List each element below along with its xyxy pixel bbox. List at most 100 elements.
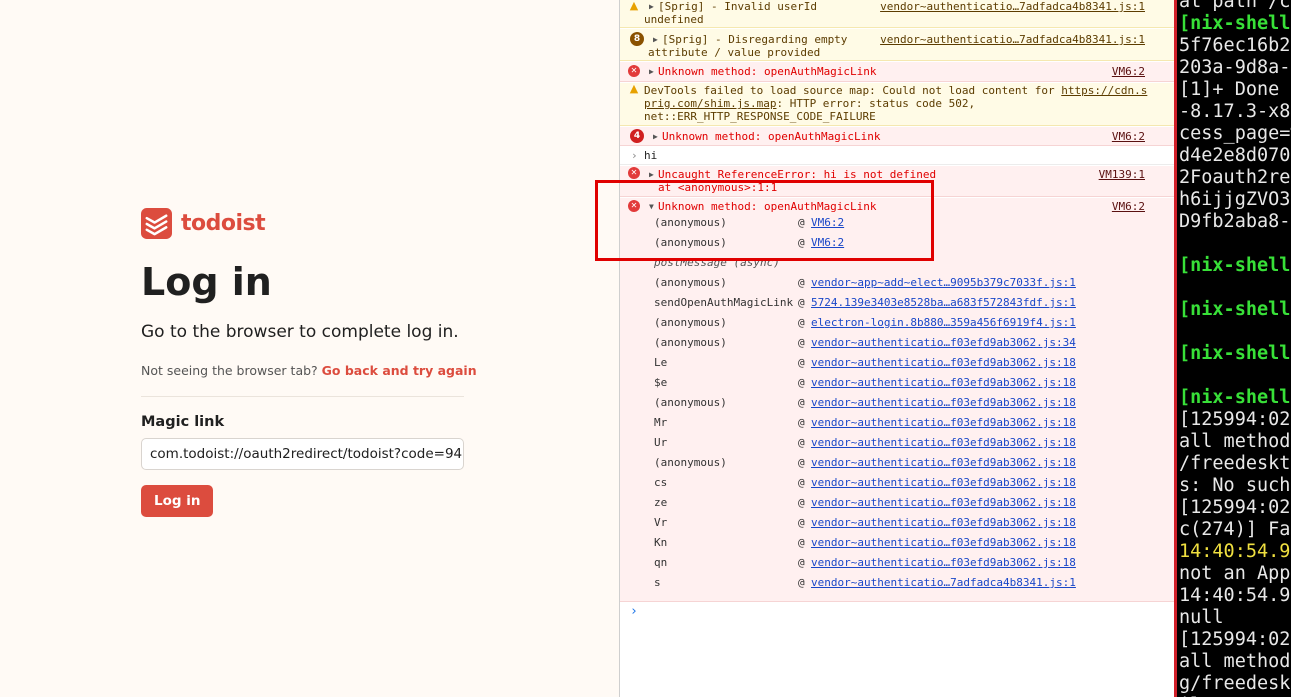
stack-at-sign: @ (798, 536, 805, 549)
console-message-text: DevTools failed to load source map: Coul… (644, 84, 1148, 97)
console-error[interactable]: 4 ▶ Unknown method: openAuthMagicLink VM… (620, 127, 1175, 146)
page-title: Log in (141, 260, 272, 304)
stack-function-name: s (654, 576, 661, 589)
stack-at-sign: @ (798, 456, 805, 469)
login-form: todoist Log in Go to the browser to comp… (141, 206, 477, 517)
expand-caret-icon[interactable]: ▶ (649, 0, 654, 13)
stack-source-link[interactable]: vendor~authenticatio…f03efd9ab3062.js:18 (811, 433, 1076, 453)
console-message-text: attribute / value provided (648, 46, 821, 59)
stack-function-name: Kn (654, 536, 668, 549)
console-input-echo: › hi (620, 147, 1175, 165)
stack-at-sign: @ (798, 556, 805, 569)
stack-source-link[interactable]: electron-login.8b880…359a456f6919f4.js:1 (811, 313, 1076, 333)
stack-at-sign: @ (798, 356, 805, 369)
terminal-pane: at path /c [nix-shell 5f76ec16b2a 203a-9d8a… (1174, 0, 1291, 697)
console-source-link[interactable]: VM6:2 (1112, 65, 1145, 78)
expand-caret-icon[interactable]: ▶ (653, 130, 658, 143)
stack-source-link[interactable]: vendor~authenticatio…f03efd9ab3062.js:18 (811, 533, 1076, 553)
console-error[interactable]: ✕ ▶ Unknown method: openAuthMagicLink VM… (620, 62, 1175, 82)
stack-source-link[interactable]: vendor~authenticatio…f03efd9ab3062.js:18 (811, 553, 1076, 573)
terminal-line: 14:40:54.93 (1179, 585, 1291, 606)
stack-at-sign: @ (798, 416, 805, 429)
stack-source-link[interactable]: vendor~authenticatio…f03efd9ab3062.js:18 (811, 493, 1076, 513)
log-in-button[interactable]: Log in (141, 485, 214, 517)
todoist-logo-icon (141, 207, 172, 239)
magic-link-label: Magic link (141, 414, 225, 430)
terminal-line: null (1179, 607, 1224, 628)
error-icon: ✕ (628, 167, 640, 179)
todoist-login-pane: todoist Log in Go to the browser to comp… (0, 0, 619, 697)
console-source-link[interactable]: vendor~authenticatio…7adfadca4b8341.js:1 (880, 0, 1145, 13)
expand-caret-icon[interactable]: ▶ (649, 65, 654, 78)
stack-source-link[interactable]: 5724.139e3403e8528ba…a683f572843fdf.js:1 (811, 293, 1076, 313)
console-message-text: [Sprig] - Invalid userId (658, 0, 817, 13)
terminal-line: [nix-shell (1179, 255, 1291, 276)
terminal-line: [nix-shell (1179, 387, 1291, 408)
terminal-line: d4e2e8d0707 (1179, 145, 1291, 166)
console-source-link[interactable]: VM6:2 (1112, 130, 1145, 143)
source-map-link[interactable]: prig.com/shim.js.map (644, 97, 776, 110)
stack-source-link[interactable]: vendor~authenticatio…f03efd9ab3062.js:18 (811, 473, 1076, 493)
console-source-link[interactable]: VM6:2 (1112, 200, 1145, 213)
stack-at-sign: @ (798, 336, 805, 349)
stack-function-name: (anonymous) (654, 456, 727, 469)
console-source-link[interactable]: vendor~authenticatio…7adfadca4b8341.js:1 (880, 33, 1145, 46)
stack-source-link[interactable]: vendor~authenticatio…f03efd9ab3062.js:34 (811, 333, 1076, 353)
go-back-link[interactable]: Go back and try again (322, 363, 477, 378)
divider (141, 396, 464, 397)
stack-function-name: sendOpenAuthMagicLink (654, 296, 794, 309)
login-hint: Not seeing the browser tab? Go back and … (141, 362, 477, 380)
magic-link-input[interactable]: com.todoist://oauth2redirect/todoist?cod… (141, 438, 464, 470)
console-message-text: net::ERR_HTTP_RESPONSE_CODE_FAILURE (644, 110, 876, 123)
stack-source-link[interactable]: vendor~authenticatio…f03efd9ab3062.js:18 (811, 513, 1076, 533)
console-message-text: Unknown method: openAuthMagicLink (662, 130, 881, 143)
stack-function-name: cs (654, 476, 668, 489)
input-chevron-icon: › (631, 149, 638, 162)
terminal-line: [nix-shell (1179, 343, 1291, 364)
stack-at-sign: @ (798, 376, 805, 389)
source-map-link[interactable]: https://cdn.s (1061, 84, 1147, 97)
warning-icon: ▲ (629, 0, 639, 12)
console-message-text: hi (644, 149, 658, 162)
stack-source-link[interactable]: vendor~authenticatio…f03efd9ab3062.js:18 (811, 373, 1076, 393)
stack-function-name: Le (654, 356, 668, 369)
stack-function-name: Mr (654, 416, 668, 429)
repeat-count-badge: 4 (630, 129, 644, 143)
console-warning[interactable]: ▲ ▶ [Sprig] - Invalid userId undefined v… (620, 0, 1175, 28)
terminal-line: not an App (1179, 563, 1291, 584)
highlight-box (595, 180, 934, 261)
terminal-line: all method (1179, 431, 1291, 452)
repeat-count-badge: 8 (630, 32, 644, 46)
devtools-console: ▲ ▶ [Sprig] - Invalid userId undefined v… (619, 0, 1175, 697)
stack-source-link[interactable]: vendor~authenticatio…f03efd9ab3062.js:18 (811, 413, 1076, 433)
terminal-line: all method (1179, 651, 1291, 672)
stack-function-name: ze (654, 496, 668, 509)
stack-function-name: $e (654, 376, 668, 389)
console-warning[interactable]: ▲ DevTools failed to load source map: Co… (620, 83, 1175, 126)
terminal-line: s: No such (1179, 475, 1291, 496)
terminal-line: /freedeskto (1179, 453, 1291, 474)
error-icon: ✕ (628, 65, 640, 77)
terminal-line: [125994:022 (1179, 497, 1291, 518)
stack-source-link[interactable]: vendor~authenticatio…7adfadca4b8341.js:1 (811, 573, 1076, 593)
terminal-line: cess_page=% (1179, 123, 1291, 144)
terminal-line: [125994:022 (1179, 409, 1291, 430)
expand-caret-icon[interactable]: ▶ (653, 33, 658, 46)
stack-source-link[interactable]: vendor~authenticatio…f03efd9ab3062.js:18 (811, 353, 1076, 373)
console-message-text: Unknown method: openAuthMagicLink (658, 65, 877, 78)
stack-at-sign: @ (798, 576, 805, 589)
stack-at-sign: @ (798, 396, 805, 409)
stack-source-link[interactable]: vendor~authenticatio…f03efd9ab3062.js:18 (811, 453, 1076, 473)
todoist-logo-text: todoist (181, 210, 266, 236)
stack-function-name: (anonymous) (654, 316, 727, 329)
terminal-line: [nix-shell (1179, 13, 1291, 34)
stack-source-link[interactable]: vendor~authenticatio…f03efd9ab3062.js:18 (811, 393, 1076, 413)
console-message-text: prig.com/shim.js.map: HTTP error: status… (644, 97, 976, 110)
console-source-link[interactable]: VM139:1 (1099, 168, 1145, 181)
todoist-logo: todoist (141, 206, 464, 240)
stack-source-link[interactable]: vendor~app~add~elect…9095b379c7033f.js:1 (811, 273, 1076, 293)
terminal-line: 203a-9d8a-4 (1179, 57, 1291, 78)
terminal-line: 2Foauth2red (1179, 167, 1291, 188)
console-prompt[interactable]: › (630, 604, 638, 619)
console-warning[interactable]: 8 ▶ [Sprig] - Disregarding empty attribu… (620, 29, 1175, 61)
